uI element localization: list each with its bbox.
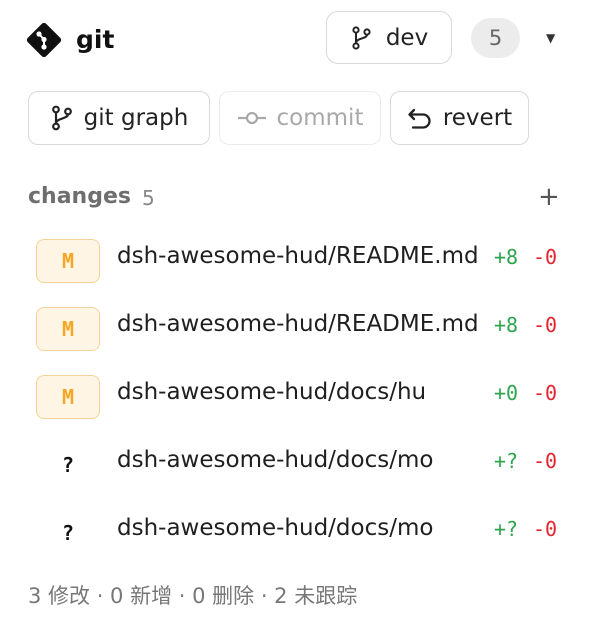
git-graph-icon xyxy=(51,105,72,131)
status-badge-modified: M xyxy=(36,307,100,351)
file-change-row[interactable]: ? dsh-awesome-hud/docs/mo +? -0 xyxy=(0,437,590,505)
changes-section-count: 5 xyxy=(142,186,155,210)
lines-removed: -0 xyxy=(533,517,558,541)
lines-added: +8 xyxy=(494,313,519,337)
commit-label: commit xyxy=(276,105,364,131)
status-badge-untracked: ? xyxy=(61,453,75,477)
file-change-row[interactable]: M dsh-awesome-hud/README.md +8 -0 xyxy=(0,233,590,301)
lines-added: +0 xyxy=(494,381,519,405)
file-change-row[interactable]: M dsh-awesome-hud/README.md +8 -0 xyxy=(0,301,590,369)
file-path: dsh-awesome-hud/docs/hu xyxy=(117,379,427,405)
file-path: dsh-awesome-hud/README.md xyxy=(117,311,479,337)
status-badge-modified: M xyxy=(36,375,100,419)
git-logo-icon xyxy=(26,22,62,58)
commit-icon xyxy=(237,111,266,125)
status-badge-modified: M xyxy=(36,239,100,283)
git-branch-icon xyxy=(352,25,371,50)
branch-name: dev xyxy=(385,24,429,51)
changes-section-title: changes xyxy=(28,184,131,209)
lines-added: +? xyxy=(494,449,519,473)
file-path: dsh-awesome-hud/README.md xyxy=(117,243,479,269)
branch-selector-button[interactable]: dev xyxy=(326,11,452,64)
app-title: git xyxy=(76,25,115,54)
lines-removed: -0 xyxy=(533,449,558,473)
undo-icon xyxy=(408,108,431,129)
file-path: dsh-awesome-hud/docs/mo xyxy=(117,515,434,541)
file-change-row[interactable]: ? dsh-awesome-hud/docs/mo +? -0 xyxy=(0,505,590,573)
changes-summary: 3 修改 · 0 新增 · 0 删除 · 2 未跟踪 xyxy=(28,584,358,608)
changes-count-badge: 5 xyxy=(471,18,520,58)
commit-button[interactable]: commit xyxy=(219,91,381,145)
lines-added: +? xyxy=(494,517,519,541)
file-path: dsh-awesome-hud/docs/mo xyxy=(117,447,434,473)
revert-label: revert xyxy=(442,105,513,131)
lines-added: +8 xyxy=(494,245,519,269)
git-graph-label: git graph xyxy=(83,105,189,131)
lines-removed: -0 xyxy=(533,381,558,405)
git-graph-button[interactable]: git graph xyxy=(28,91,210,145)
lines-removed: -0 xyxy=(533,245,558,269)
file-change-row[interactable]: M dsh-awesome-hud/docs/hu +0 -0 xyxy=(0,369,590,437)
add-all-button[interactable]: + xyxy=(538,180,560,214)
revert-button[interactable]: revert xyxy=(390,91,529,145)
chevron-down-icon[interactable]: ▼ xyxy=(546,31,555,45)
lines-removed: -0 xyxy=(533,313,558,337)
status-badge-untracked: ? xyxy=(61,521,75,545)
